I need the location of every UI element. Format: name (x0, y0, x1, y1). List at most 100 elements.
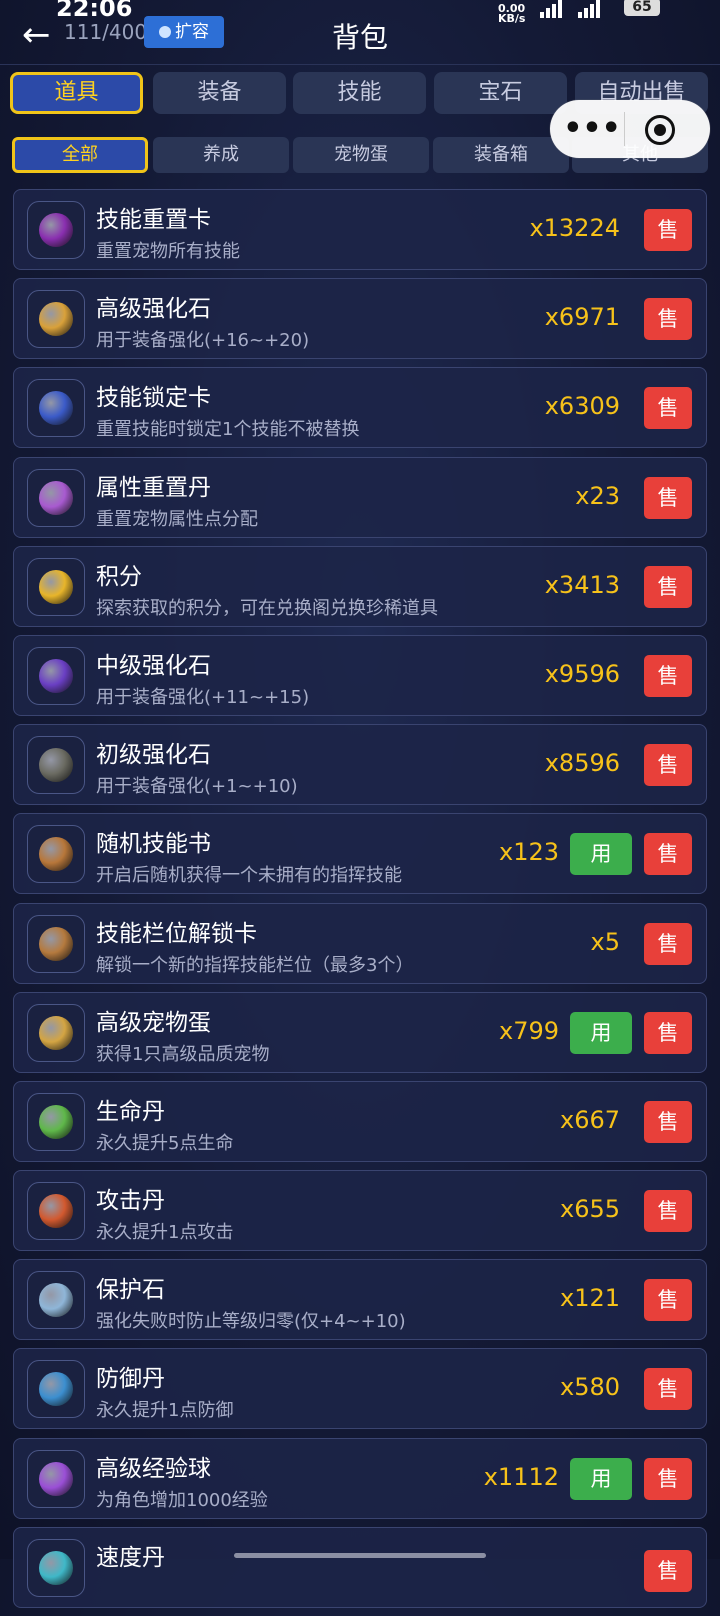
item-name: 高级强化石 (96, 296, 211, 323)
sell-button[interactable]: 售 (644, 1190, 692, 1233)
list-item[interactable]: 高级经验球 为角色增加1000经验 x1112 用售 (13, 1437, 707, 1519)
tab-gems[interactable]: 宝石 (434, 72, 567, 114)
item-icon (27, 914, 85, 973)
item-icon (27, 646, 85, 705)
item-description: 用于装备强化(+11~+15) (96, 686, 310, 708)
sell-button[interactable]: 售 (644, 1279, 692, 1322)
use-button[interactable]: 用 (570, 833, 632, 876)
item-description: 用于装备强化(+1~+10) (96, 776, 298, 798)
list-item[interactable]: 初级强化石 用于装备强化(+1~+10) x8596 售 (13, 724, 707, 806)
use-button[interactable]: 用 (570, 1011, 632, 1054)
use-button[interactable]: 用 (570, 1457, 632, 1500)
sell-button[interactable]: 售 (644, 298, 692, 341)
item-name: 技能重置卡 (96, 207, 211, 233)
item-quantity: x5 (590, 927, 620, 956)
item-description: 重置技能时锁定1个技能不被替换 (96, 419, 360, 441)
subtab-pet-egg[interactable]: 宠物蛋 (293, 137, 429, 173)
sell-button[interactable]: 售 (644, 922, 692, 965)
list-item[interactable]: 攻击丹 永久提升1点攻击 x655 售 (13, 1170, 707, 1252)
item-name: 高级经验球 (96, 1455, 211, 1482)
item-name: 攻击丹 (96, 1188, 165, 1215)
list-item[interactable]: 高级强化石 用于装备强化(+16~+20) x6971 售 (13, 278, 707, 360)
item-icon (27, 1182, 85, 1241)
item-icon (27, 379, 85, 438)
item-name: 生命丹 (96, 1098, 165, 1125)
sell-button[interactable]: 售 (644, 209, 692, 251)
item-description: 获得1只高级品质宠物 (96, 1043, 270, 1065)
item-description: 用于装备强化(+16~+20) (96, 330, 310, 352)
item-quantity: x6971 (544, 303, 620, 332)
list-item[interactable]: 保护石 强化失败时防止等级归零(仅+4~+10) x121 售 (13, 1259, 707, 1341)
list-item[interactable]: 生命丹 永久提升5点生命 x667 售 (13, 1080, 707, 1162)
item-icon (27, 290, 85, 349)
item-quantity: x121 (559, 1284, 620, 1313)
item-description: 强化失败时防止等级归零(仅+4~+10) (96, 1311, 406, 1333)
item-name: 保护石 (96, 1277, 165, 1304)
item-icon (27, 1449, 85, 1508)
list-item[interactable]: 积分 探索获取的积分，可在兑换阁兑换珍稀道具 x3413 售 (13, 545, 707, 627)
item-description: 永久提升1点攻击 (96, 1222, 234, 1244)
item-description: 永久提升1点防御 (96, 1400, 234, 1422)
item-quantity: x6309 (544, 392, 620, 421)
subtab-all[interactable]: 全部 (12, 137, 148, 173)
sell-button[interactable]: 售 (644, 387, 692, 430)
sell-button[interactable]: 售 (644, 1011, 692, 1054)
item-icon (27, 1538, 85, 1597)
sell-button[interactable]: 售 (644, 1100, 692, 1143)
page-title: 背包 (331, 21, 388, 54)
sell-button[interactable]: 售 (644, 833, 692, 876)
item-name: 属性重置丹 (96, 474, 211, 501)
item-quantity: x3413 (544, 570, 620, 599)
capsule-divider (624, 112, 625, 146)
close-circle-icon[interactable] (645, 115, 675, 145)
subtab-cultivate[interactable]: 养成 (153, 137, 289, 173)
item-icon (27, 557, 85, 616)
item-description: 开启后随机获得一个未拥有的指挥技能 (96, 865, 402, 887)
item-quantity: x799 (498, 1016, 559, 1045)
list-item[interactable]: 技能栏位解锁卡 解锁一个新的指挥技能栏位（最多3个） x5 售 (13, 902, 707, 984)
sell-button[interactable]: 售 (644, 744, 692, 787)
item-description: 重置宠物所有技能 (96, 241, 240, 262)
item-name: 中级强化石 (96, 652, 211, 679)
sell-button[interactable]: 售 (644, 1368, 692, 1411)
item-name: 技能锁定卡 (96, 385, 211, 412)
miniprogram-capsule: ••• (550, 100, 710, 158)
list-item[interactable]: 高级宠物蛋 获得1只高级品质宠物 x799 用售 (13, 991, 707, 1073)
item-quantity: x667 (559, 1105, 620, 1134)
header: ← 111/400 扩容 背包 (0, 14, 720, 62)
item-icon (27, 468, 85, 527)
item-description: 重置宠物属性点分配 (96, 508, 258, 530)
sell-button[interactable]: 售 (644, 1549, 692, 1592)
sell-button[interactable]: 售 (644, 1457, 692, 1500)
item-quantity: x23 (575, 481, 620, 510)
subtab-equip-box[interactable]: 装备箱 (433, 137, 569, 173)
list-item[interactable]: 速度丹 售 (13, 1526, 707, 1608)
sell-button[interactable]: 售 (644, 476, 692, 519)
list-item[interactable]: 中级强化石 用于装备强化(+11~+15) x9596 售 (13, 634, 707, 716)
item-quantity: x1112 (483, 1462, 559, 1491)
item-name: 防御丹 (96, 1366, 165, 1393)
item-icon (27, 1271, 85, 1330)
sell-button[interactable]: 售 (644, 654, 692, 697)
list-item[interactable]: 技能锁定卡 重置技能时锁定1个技能不被替换 x6309 售 (13, 367, 707, 449)
list-item[interactable]: 随机技能书 开启后随机获得一个未拥有的指挥技能 x123 用售 (13, 813, 707, 895)
list-item[interactable]: 防御丹 永久提升1点防御 x580 售 (13, 1348, 707, 1430)
item-description: 探索获取的积分，可在兑换阁兑换珍稀道具 (96, 597, 438, 619)
item-name: 速度丹 (96, 1544, 165, 1571)
item-icon (27, 1003, 85, 1062)
tab-items[interactable]: 道具 (10, 72, 143, 114)
item-icon (27, 1092, 85, 1151)
tab-equipment[interactable]: 装备 (153, 72, 286, 114)
home-indicator[interactable] (234, 1553, 486, 1558)
list-item[interactable]: 属性重置丹 重置宠物属性点分配 x23 售 (13, 456, 707, 538)
item-name: 随机技能书 (96, 831, 211, 858)
sell-button[interactable]: 售 (644, 565, 692, 608)
more-icon[interactable]: ••• (562, 100, 622, 158)
list-item[interactable]: 技能重置卡 重置宠物所有技能 x13224 售 (13, 189, 707, 270)
item-quantity: x9596 (544, 659, 620, 688)
item-icon (27, 1360, 85, 1419)
item-quantity: x8596 (544, 749, 620, 778)
item-quantity: x13224 (529, 214, 620, 242)
tab-skills[interactable]: 技能 (293, 72, 426, 114)
item-icon (27, 736, 85, 795)
